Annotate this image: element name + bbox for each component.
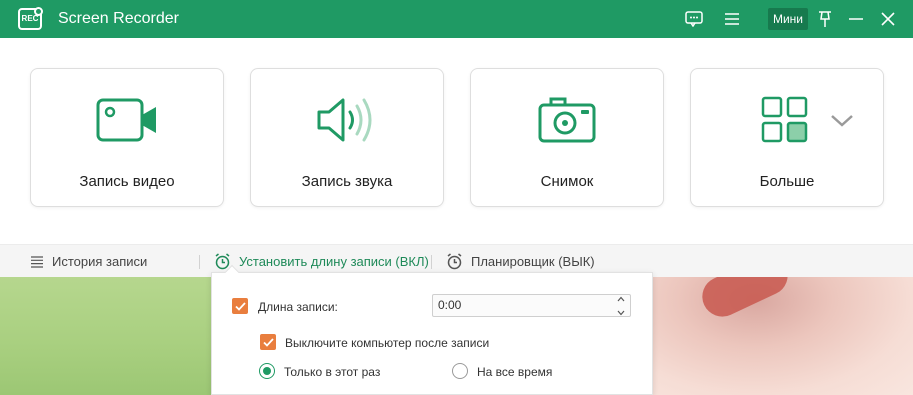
spin-up-icon[interactable] (617, 296, 625, 302)
radio-only-this-time[interactable] (259, 363, 275, 379)
video-camera-icon (31, 95, 223, 145)
toolbar-divider (431, 255, 432, 269)
recording-history-label: История записи (52, 254, 148, 269)
app-logo-icon: REC (18, 7, 43, 30)
length-label: Длина записи: (258, 300, 338, 314)
checkmark-icon (262, 337, 274, 347)
set-length-label: Установить длину записи (ВКЛ) (239, 254, 429, 269)
chevron-down-icon[interactable] (829, 113, 855, 134)
more-tools-label: Больше (759, 173, 815, 190)
close-icon[interactable] (878, 8, 898, 30)
checkmark-icon (234, 301, 246, 311)
length-time-input[interactable]: 0:00 (432, 294, 631, 317)
shutdown-label: Выключите компьютер после записи (285, 336, 490, 350)
time-spinner[interactable] (616, 296, 626, 316)
snapshot-label: Снимок (540, 173, 594, 190)
video-recorder-label: Запись видео (79, 173, 175, 190)
app-title: Screen Recorder (58, 10, 179, 27)
pin-icon[interactable] (815, 8, 835, 30)
length-time-value: 0:00 (438, 298, 462, 312)
shutdown-checkbox[interactable] (260, 334, 276, 350)
desktop-background-left (0, 276, 215, 395)
length-checkbox[interactable] (232, 298, 248, 314)
spin-down-icon[interactable] (617, 310, 625, 316)
radio-always-label: На все время (477, 365, 553, 379)
audio-recorder-label: Запись звука (301, 173, 393, 190)
audio-recorder-card[interactable]: Запись звука (250, 68, 444, 207)
snapshot-card[interactable]: Снимок (470, 68, 664, 207)
video-recorder-card[interactable]: Запись видео (30, 68, 224, 207)
radio-always[interactable] (452, 363, 468, 379)
speaker-icon (251, 95, 443, 145)
mini-mode-button[interactable]: Мини (768, 8, 808, 30)
feedback-icon[interactable] (683, 8, 705, 30)
list-icon (31, 255, 43, 268)
desktop-background-right (650, 276, 913, 395)
recording-history-button[interactable]: История записи (30, 245, 147, 278)
radio-only-this-time-label: Только в этот раз (284, 365, 381, 379)
alarm-clock-icon (447, 253, 462, 270)
menu-icon[interactable] (722, 8, 742, 30)
title-bar: REC Screen Recorder Мини (0, 0, 913, 38)
record-length-panel: Длина записи: 0:00 Выключите компьютер п… (211, 272, 653, 395)
toolbar-divider (199, 255, 200, 269)
camera-icon (471, 95, 663, 145)
minimize-icon[interactable] (846, 8, 866, 30)
more-tools-card[interactable]: Больше (690, 68, 884, 207)
app-window: REC Screen Recorder Мини Запись видео За… (0, 0, 913, 277)
scheduler-label: Планировщик (ВЫК) (471, 254, 595, 269)
